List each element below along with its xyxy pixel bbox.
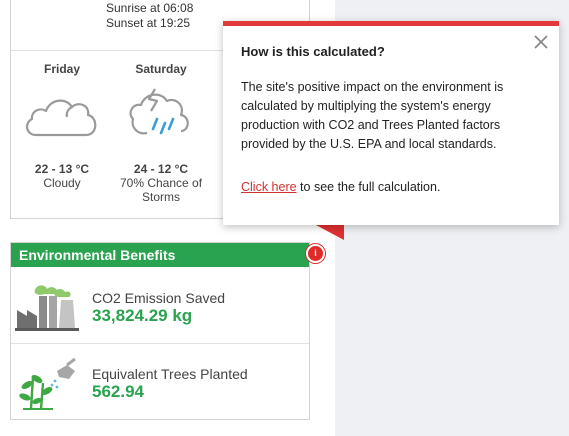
co2-emission-value: 33,824.29 kg: [92, 306, 193, 325]
storm-icon: [129, 88, 189, 135]
forecast-day-saturday: Saturday 24 - 12 °C 70% Chance of Storms: [115, 61, 207, 204]
popover-footer: Click here to see the full calculation.: [241, 180, 440, 194]
temperature-range: 24 - 12 °C: [133, 162, 189, 176]
sunrise-text: Sunrise at 06:08: [106, 1, 194, 15]
trees-planted-value: 562.94: [92, 382, 144, 401]
temperature-range: 22 - 13 °C: [34, 162, 90, 176]
day-name: Friday: [43, 62, 80, 76]
condition-text: Cloudy: [43, 176, 81, 190]
full-calculation-link[interactable]: Click here: [241, 180, 297, 194]
condition-text: 70% Chance of Storms: [119, 176, 203, 204]
trees-planted-row: Equivalent Trees Planted 562.94: [11, 345, 309, 421]
popover-title: How is this calculated?: [241, 44, 385, 59]
calculation-popover: How is this calculated? The site's posit…: [223, 21, 559, 225]
plant-watering-icon: [19, 357, 76, 410]
cloud-icon: [26, 99, 97, 137]
popover-footer-text: to see the full calculation.: [296, 180, 441, 194]
environmental-benefits-title: Environmental Benefits: [11, 243, 309, 267]
popover-pointer: [314, 224, 344, 240]
co2-emission-row: CO2 Emission Saved 33,824.29 kg: [11, 268, 309, 344]
info-icon[interactable]: i: [306, 244, 325, 263]
forecast-day-friday: Friday 22 - 13 °C Cloudy: [16, 61, 108, 190]
popover-body: The site's positive impact on the enviro…: [241, 80, 504, 151]
environmental-benefits-card: Environmental Benefits CO2 Emission Save…: [10, 242, 310, 420]
day-name: Saturday: [135, 62, 187, 76]
co2-emission-label: CO2 Emission Saved: [92, 290, 226, 306]
trees-planted-label: Equivalent Trees Planted: [92, 366, 248, 382]
factory-icon: [15, 285, 79, 331]
close-icon[interactable]: [533, 34, 549, 50]
